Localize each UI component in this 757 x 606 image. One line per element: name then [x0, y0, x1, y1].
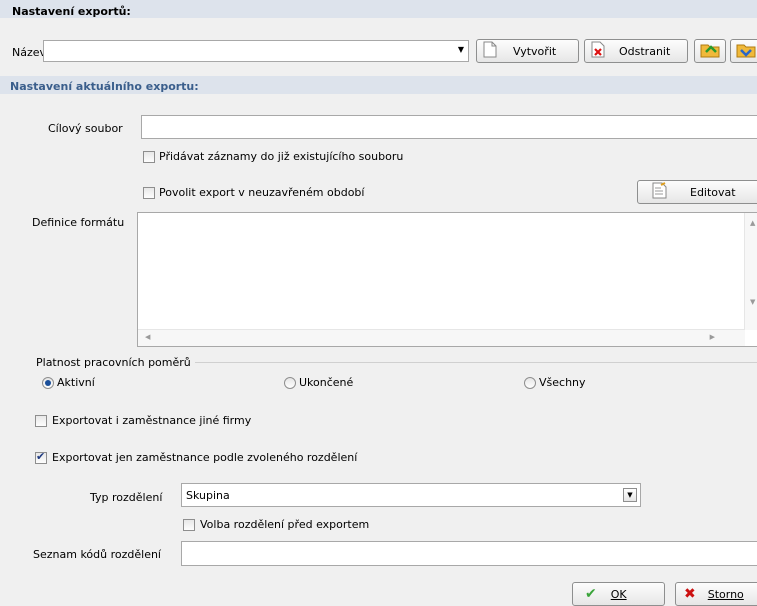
chevron-down-icon[interactable]: ▼ [458, 45, 464, 54]
by-division-label: Exportovat jen zaměstnance podle zvolené… [52, 451, 358, 464]
cancel-label: Storno [707, 587, 744, 601]
choose-before-export-checkbox[interactable] [183, 519, 195, 531]
remove-label: Odstranit [619, 44, 671, 58]
radio-active[interactable] [42, 377, 54, 389]
chevron-down-icon[interactable]: ▼ [623, 488, 637, 502]
division-type-select[interactable]: Skupina ▼ [181, 483, 641, 507]
export-settings-header: Nastavení exportů: [12, 5, 131, 18]
validity-group-label: Platnost pracovních poměrů [36, 356, 195, 369]
other-company-label: Exportovat i zaměstnance jiné firmy [52, 414, 252, 427]
create-label: Vytvořit [513, 44, 557, 58]
folder-import-icon [700, 41, 720, 61]
cancel-button[interactable]: ✖ Storno [675, 582, 757, 606]
radio-all-label: Všechny [539, 376, 586, 389]
edit-document-icon [652, 182, 668, 202]
by-division-checkbox[interactable] [35, 450, 47, 464]
radio-active-label: Aktivní [57, 376, 95, 389]
delete-document-icon [591, 41, 607, 61]
current-export-header: Nastavení aktuálního exportu: [10, 80, 199, 93]
append-checkbox[interactable] [143, 151, 155, 163]
code-list-label: Seznam kódů rozdělení [33, 548, 161, 561]
choose-before-export-label: Volba rozdělení před exportem [200, 518, 370, 531]
folder-export-icon [736, 41, 756, 61]
radio-ended-label: Ukončené [299, 376, 354, 389]
format-label: Definice formátu [32, 216, 125, 229]
target-file-input[interactable] [141, 115, 757, 139]
allow-open-period-checkbox[interactable] [143, 187, 155, 199]
remove-button[interactable]: Odstranit [584, 39, 688, 63]
edit-button[interactable]: Editovat [637, 180, 757, 204]
scroll-right-icon[interactable]: ▶ [710, 333, 715, 341]
scroll-left-icon[interactable]: ◀ [145, 333, 150, 341]
code-list-input[interactable] [181, 541, 757, 566]
new-document-icon [483, 41, 497, 61]
vertical-scrollbar[interactable]: ▲ ▼ [744, 213, 757, 330]
horizontal-scrollbar[interactable]: ◀ ▶ [138, 329, 745, 346]
other-company-checkbox[interactable] [35, 415, 47, 427]
name-label: Název [12, 46, 47, 59]
target-file-label: Cílový soubor [48, 122, 123, 135]
export-button[interactable] [730, 39, 757, 63]
name-combobox[interactable]: ▼ [43, 40, 469, 62]
append-label: Přidávat záznamy do již existujícího sou… [159, 150, 404, 163]
close-icon: ✖ [684, 586, 696, 602]
create-button[interactable]: Vytvořit [476, 39, 579, 63]
scroll-up-icon[interactable]: ▲ [750, 219, 755, 227]
checkmark-icon: ✔ [585, 586, 597, 602]
ok-button[interactable]: ✔ OK [572, 582, 665, 606]
radio-ended[interactable] [284, 377, 296, 389]
division-type-label: Typ rozdělení [90, 491, 163, 504]
import-button[interactable] [694, 39, 726, 63]
radio-all[interactable] [524, 377, 536, 389]
edit-label: Editovat [690, 185, 736, 199]
scroll-down-icon[interactable]: ▼ [750, 298, 755, 306]
format-textarea[interactable]: ▲ ▼ ◀ ▶ [137, 212, 757, 347]
allow-open-period-label: Povolit export v neuzavřeném období [159, 186, 365, 199]
division-type-value: Skupina [186, 489, 230, 502]
ok-label: OK [610, 587, 627, 601]
